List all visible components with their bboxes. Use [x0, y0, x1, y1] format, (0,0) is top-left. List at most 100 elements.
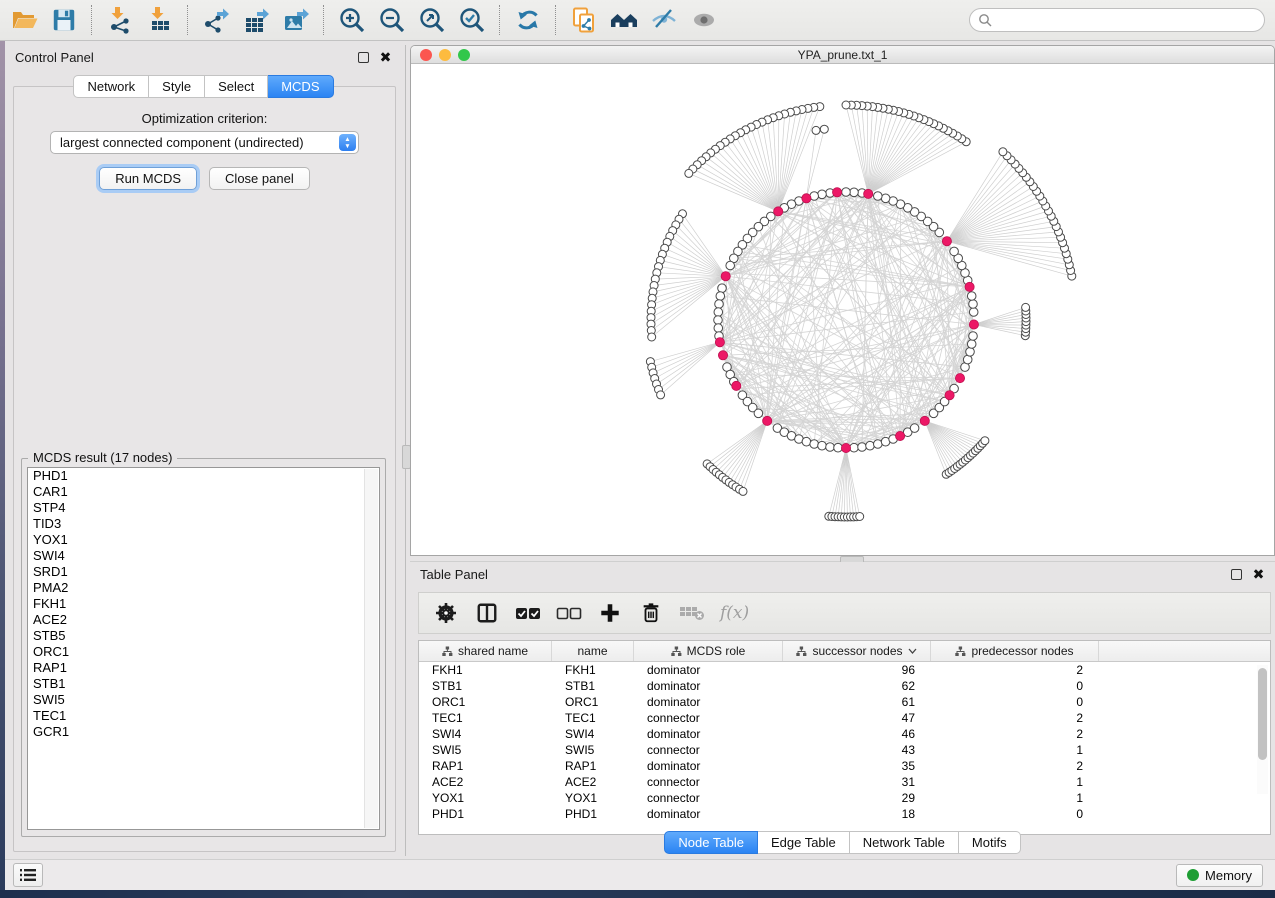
- table-tab-network-table[interactable]: Network Table: [850, 831, 959, 854]
- export-image-button[interactable]: [276, 3, 316, 37]
- mcds-list-item[interactable]: ACE2: [28, 612, 379, 628]
- dominator-node[interactable]: [942, 237, 951, 246]
- graph-node[interactable]: [999, 148, 1007, 156]
- graph-node[interactable]: [818, 441, 827, 450]
- scrollbar-thumb[interactable]: [1258, 668, 1267, 760]
- console-button[interactable]: [13, 863, 43, 887]
- dominator-node[interactable]: [732, 381, 741, 390]
- copy-network-button[interactable]: [564, 3, 604, 37]
- export-network-button[interactable]: [196, 3, 236, 37]
- memory-button[interactable]: Memory: [1176, 864, 1263, 887]
- dominator-node[interactable]: [774, 207, 783, 216]
- tab-select[interactable]: Select: [205, 75, 268, 98]
- dominator-node[interactable]: [945, 391, 954, 400]
- mcds-list-item[interactable]: ORC1: [28, 644, 379, 660]
- mcds-list-item[interactable]: TEC1: [28, 708, 379, 724]
- mcds-result-list[interactable]: PHD1CAR1STP4TID3YOX1SWI4SRD1PMA2FKH1ACE2…: [27, 467, 380, 830]
- tab-mcds[interactable]: MCDS: [268, 75, 333, 98]
- zoom-selected-button[interactable]: [452, 3, 492, 37]
- mcds-list-item[interactable]: SWI4: [28, 548, 379, 564]
- search-box[interactable]: [969, 8, 1265, 32]
- mcds-list-item[interactable]: SWI5: [28, 692, 379, 708]
- graph-node[interactable]: [963, 355, 972, 364]
- dominator-node[interactable]: [965, 282, 974, 291]
- dominator-node[interactable]: [955, 374, 964, 383]
- mcds-list-item[interactable]: SRD1: [28, 564, 379, 580]
- table-row[interactable]: FKH1FKH1dominator962: [419, 662, 1270, 678]
- column-header-name[interactable]: name: [552, 641, 634, 661]
- graph-node[interactable]: [820, 125, 828, 133]
- table-tab-node-table[interactable]: Node Table: [664, 831, 758, 854]
- dominator-node[interactable]: [896, 431, 905, 440]
- float-panel-icon[interactable]: [357, 51, 370, 64]
- select-all-button[interactable]: [515, 600, 541, 626]
- graph-node[interactable]: [739, 487, 747, 495]
- tab-network[interactable]: Network: [73, 75, 149, 98]
- deselect-all-button[interactable]: [556, 600, 582, 626]
- mcds-list-item[interactable]: RAP1: [28, 660, 379, 676]
- zoom-out-button[interactable]: [372, 3, 412, 37]
- mcds-list-item[interactable]: FKH1: [28, 596, 379, 612]
- import-network-button[interactable]: [100, 3, 140, 37]
- table-tab-edge-table[interactable]: Edge Table: [758, 831, 850, 854]
- delete-column-button[interactable]: [638, 600, 664, 626]
- graph-node[interactable]: [657, 391, 665, 399]
- list-scrollbar[interactable]: [364, 469, 378, 828]
- table-row[interactable]: ORC1ORC1dominator610: [419, 694, 1270, 710]
- graph-node[interactable]: [726, 261, 735, 270]
- dominator-node[interactable]: [715, 338, 724, 347]
- dominator-node[interactable]: [920, 416, 929, 425]
- apply-layout-button[interactable]: [508, 3, 548, 37]
- close-panel-icon[interactable]: ✖: [1252, 568, 1265, 581]
- graph-node[interactable]: [910, 424, 919, 433]
- table-row[interactable]: STB1STB1dominator620: [419, 678, 1270, 694]
- dominator-node[interactable]: [841, 443, 850, 452]
- graph-node[interactable]: [685, 169, 693, 177]
- graph-node[interactable]: [969, 308, 978, 317]
- mcds-list-item[interactable]: CAR1: [28, 484, 379, 500]
- mcds-list-item[interactable]: PHD1: [28, 468, 379, 484]
- zoom-fit-button[interactable]: [412, 3, 452, 37]
- graph-node[interactable]: [754, 409, 763, 418]
- dominator-node[interactable]: [721, 272, 730, 281]
- column-header-predecessor-nodes[interactable]: predecessor nodes: [931, 641, 1099, 661]
- mcds-list-item[interactable]: STB5: [28, 628, 379, 644]
- network-canvas[interactable]: [411, 64, 1274, 556]
- graph-node[interactable]: [802, 437, 811, 446]
- graph-node[interactable]: [969, 332, 978, 341]
- save-session-button[interactable]: [44, 3, 84, 37]
- graph-node[interactable]: [967, 340, 976, 349]
- graph-node[interactable]: [715, 300, 724, 309]
- graph-node[interactable]: [842, 188, 851, 197]
- search-input[interactable]: [997, 12, 1264, 29]
- dominator-node[interactable]: [969, 320, 978, 329]
- float-panel-icon[interactable]: [1230, 568, 1243, 581]
- column-header-successor-nodes[interactable]: successor nodes: [783, 641, 931, 661]
- graph-node[interactable]: [858, 443, 867, 452]
- close-panel-icon[interactable]: ✖: [379, 51, 392, 64]
- graph-node[interactable]: [842, 101, 850, 109]
- graph-node[interactable]: [866, 441, 875, 450]
- mcds-list-item[interactable]: STP4: [28, 500, 379, 516]
- run-mcds-button[interactable]: Run MCDS: [99, 167, 197, 190]
- dominator-node[interactable]: [833, 188, 842, 197]
- criterion-select[interactable]: largest connected component (undirected)…: [50, 131, 359, 154]
- graph-node[interactable]: [966, 348, 975, 357]
- column-header-shared-name[interactable]: shared name: [419, 641, 552, 661]
- delete-table-button[interactable]: [679, 600, 705, 626]
- first-neighbors-button[interactable]: [604, 3, 644, 37]
- function-builder-button[interactable]: f(x): [720, 603, 749, 623]
- graph-node[interactable]: [850, 188, 859, 197]
- graph-node[interactable]: [874, 440, 883, 449]
- graph-node[interactable]: [810, 440, 819, 449]
- graph-node[interactable]: [1022, 303, 1030, 311]
- graph-node[interactable]: [716, 292, 725, 301]
- graph-node[interactable]: [718, 284, 727, 293]
- graph-node[interactable]: [714, 316, 723, 325]
- dominator-node[interactable]: [718, 351, 727, 360]
- graph-node[interactable]: [950, 247, 959, 256]
- mcds-list-item[interactable]: TID3: [28, 516, 379, 532]
- table-row[interactable]: SWI5SWI5connector431: [419, 742, 1270, 758]
- graph-node[interactable]: [812, 126, 820, 134]
- graph-node[interactable]: [981, 437, 989, 445]
